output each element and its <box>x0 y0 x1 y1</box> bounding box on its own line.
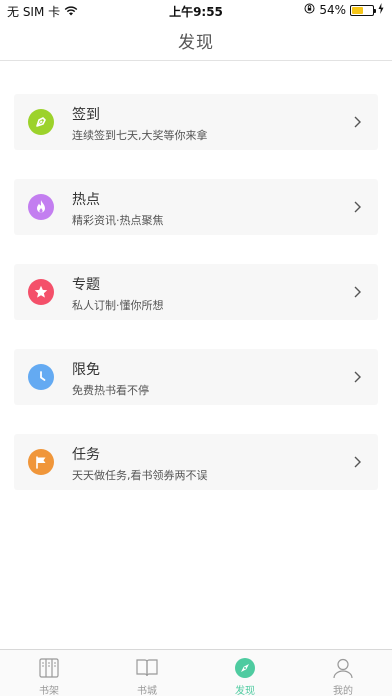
tab-label: 书城 <box>137 686 157 696</box>
flame-icon <box>28 194 54 220</box>
tab-bookshelf[interactable]: 书架 <box>0 650 98 696</box>
bookshelf-icon <box>37 657 61 679</box>
checkin-card[interactable]: 签到 连续签到七天,大奖等你来拿 <box>14 94 378 150</box>
chevron-right-icon <box>354 371 361 383</box>
nav-bar: 发现 <box>0 20 392 61</box>
battery-percent: 54% <box>319 3 346 17</box>
star-icon <box>28 279 54 305</box>
card-title: 任务 <box>72 447 100 463</box>
person-icon <box>331 657 355 679</box>
limited-free-card[interactable]: 限免 免费热书看不停 <box>14 349 378 405</box>
clock-icon <box>28 364 54 390</box>
orientation-lock-icon <box>304 3 315 17</box>
battery-icon <box>350 4 376 16</box>
tab-bar: 书架 书城 发现 我的 <box>0 649 392 696</box>
chevron-right-icon <box>354 201 361 213</box>
tab-discover[interactable]: 发现 <box>196 650 294 696</box>
card-subtitle: 私人订制·懂你所想 <box>72 299 164 312</box>
pen-icon <box>28 109 54 135</box>
card-title: 签到 <box>72 107 100 123</box>
tab-label: 发现 <box>235 686 255 696</box>
chevron-right-icon <box>354 286 361 298</box>
special-topics-card[interactable]: 专题 私人订制·懂你所想 <box>14 264 378 320</box>
card-subtitle: 天天做任务,看书领券两不误 <box>72 469 208 482</box>
card-title: 限免 <box>72 362 100 378</box>
hot-topics-card[interactable]: 热点 精彩资讯·热点聚焦 <box>14 179 378 235</box>
card-subtitle: 连续签到七天,大奖等你来拿 <box>72 129 208 142</box>
chevron-right-icon <box>354 456 361 468</box>
card-title: 热点 <box>72 192 100 208</box>
chevron-right-icon <box>354 116 361 128</box>
card-title: 专题 <box>72 277 100 293</box>
book-icon <box>135 657 159 679</box>
card-subtitle: 免费热书看不停 <box>72 384 149 397</box>
tab-profile[interactable]: 我的 <box>294 650 392 696</box>
charging-icon <box>378 3 384 17</box>
status-right: 54% <box>304 3 384 17</box>
status-bar: 无 SIM 卡 上午9:55 54% <box>0 0 392 20</box>
card-subtitle: 精彩资讯·热点聚焦 <box>72 214 164 227</box>
tab-label: 书架 <box>39 686 59 696</box>
flag-icon <box>28 449 54 475</box>
battery-fill <box>352 6 363 14</box>
compass-icon <box>233 657 257 679</box>
tab-label: 我的 <box>333 686 353 696</box>
page-title: 发现 <box>178 32 214 53</box>
tab-bookstore[interactable]: 书城 <box>98 650 196 696</box>
tasks-card[interactable]: 任务 天天做任务,看书领券两不误 <box>14 434 378 490</box>
